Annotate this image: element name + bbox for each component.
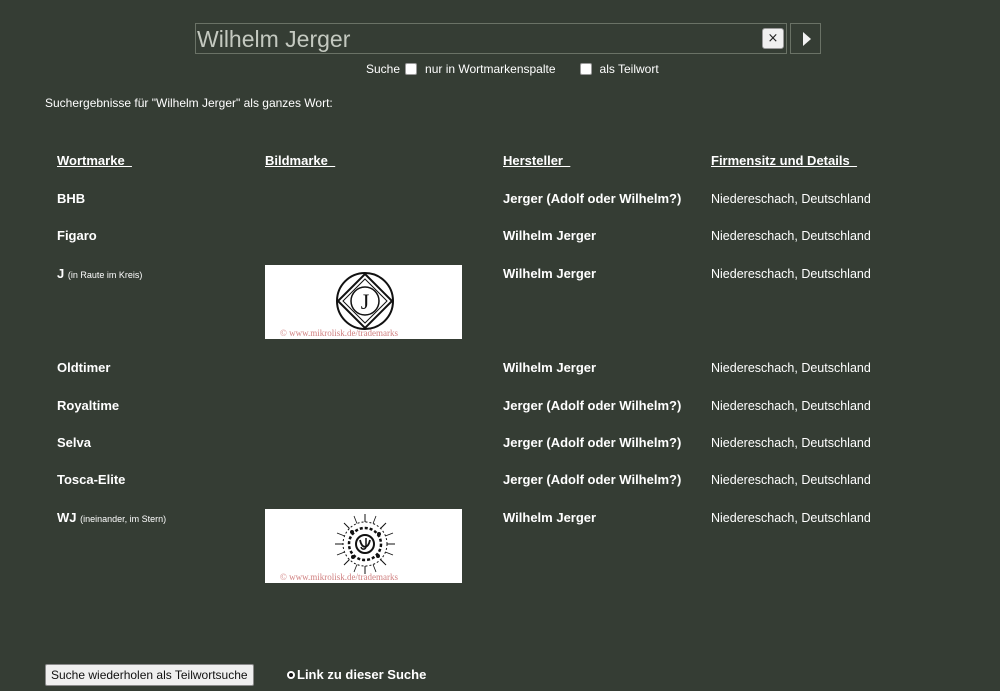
firmensitz-cell[interactable]: Niedereschach, Deutschland [711,509,871,527]
results-summary: Suchergebnisse für "Wilhelm Jerger" als … [45,96,333,110]
hersteller-cell[interactable]: Jerger (Adolf oder Wilhelm?) [503,434,681,452]
hersteller-cell[interactable]: Wilhelm Jerger [503,227,596,245]
wortmarke-cell[interactable]: Tosca-Elite [57,471,125,489]
hersteller-cell[interactable]: Jerger (Adolf oder Wilhelm?) [503,397,681,415]
repeat-as-partial-search-button[interactable]: Suche wiederholen als Teilwortsuche [45,664,254,686]
search-submit-button[interactable] [790,23,821,54]
hersteller-cell[interactable]: Jerger (Adolf oder Wilhelm?) [503,190,681,208]
hersteller-cell[interactable]: Wilhelm Jerger [503,265,596,283]
search-link-label: Link zu dieser Suche [297,667,427,682]
wortmarke-cell[interactable]: Oldtimer [57,359,110,377]
wortmarke-note: (ineinander, im Stern) [80,514,167,524]
wortmarke-cell[interactable]: Selva [57,434,91,452]
firmensitz-cell[interactable]: Niedereschach, Deutschland [711,265,871,283]
wortmarken-only-checkbox[interactable] [405,63,418,75]
firmensitz-cell[interactable]: Niedereschach, Deutschland [711,359,871,377]
table-row: J (in Raute im Kreis) Wilhelm Jerger Nie… [0,265,1000,285]
bildmarke-image-wj[interactable]: © www.mikrolisk.de/trademarks [265,509,462,583]
logo-letter: J [361,289,370,314]
column-header-bildmarke[interactable]: Bildmarke_ [265,153,335,169]
clear-search-button[interactable]: × [762,28,784,49]
column-header-wortmarke[interactable]: Wortmarke_ [57,153,132,169]
table-row: Oldtimer Wilhelm Jerger Niedereschach, D… [0,359,1000,379]
table-row: Royaltime Jerger (Adolf oder Wilhelm?) N… [0,397,1000,417]
column-header-firmensitz[interactable]: Firmensitz und Details_ [711,153,857,169]
wortmarke-cell[interactable]: BHB [57,190,85,208]
hersteller-cell[interactable]: Wilhelm Jerger [503,359,596,377]
search-label: Suche [366,62,401,76]
firmensitz-cell[interactable]: Niedereschach, Deutschland [711,471,871,489]
table-row: Tosca-Elite Jerger (Adolf oder Wilhelm?)… [0,471,1000,491]
search-input[interactable] [195,23,787,54]
table-row: Selva Jerger (Adolf oder Wilhelm?) Niede… [0,434,1000,454]
image-credit: © www.mikrolisk.de/trademarks [280,328,398,338]
table-row: WJ (ineinander, im Stern) Wilhelm Jerger… [0,509,1000,529]
image-credit: © www.mikrolisk.de/trademarks [280,572,398,582]
teilwort-label: als Teilwort [599,62,659,76]
wortmarke-cell[interactable]: J (in Raute im Kreis) [57,265,142,284]
search-link[interactable]: Link zu dieser Suche [287,666,426,684]
table-row: Figaro Wilhelm Jerger Niedereschach, Deu… [0,227,1000,247]
bildmarke-image-j[interactable]: J © www.mikrolisk.de/trademarks [265,265,462,339]
table-row: BHB Jerger (Adolf oder Wilhelm?) Niedere… [0,190,1000,210]
link-icon [287,671,295,679]
hersteller-cell[interactable]: Wilhelm Jerger [503,509,596,527]
wortmarke-note: (in Raute im Kreis) [67,270,143,280]
firmensitz-cell[interactable]: Niedereschach, Deutschland [711,434,871,452]
wortmarken-only-label: nur in Wortmarkenspalte [425,62,556,76]
wortmarke-cell[interactable]: Figaro [57,227,97,245]
search-options: Suche nur in Wortmarkenspalte als Teilwo… [366,61,659,77]
wortmarke-cell[interactable]: WJ (ineinander, im Stern) [57,509,166,528]
teilwort-checkbox[interactable] [579,63,592,75]
hersteller-cell[interactable]: Jerger (Adolf oder Wilhelm?) [503,471,681,489]
wortmarke-cell[interactable]: Royaltime [57,397,119,415]
firmensitz-cell[interactable]: Niedereschach, Deutschland [711,190,871,208]
firmensitz-cell[interactable]: Niedereschach, Deutschland [711,397,871,415]
column-header-hersteller[interactable]: Hersteller_ [503,153,570,169]
firmensitz-cell[interactable]: Niedereschach, Deutschland [711,227,871,245]
